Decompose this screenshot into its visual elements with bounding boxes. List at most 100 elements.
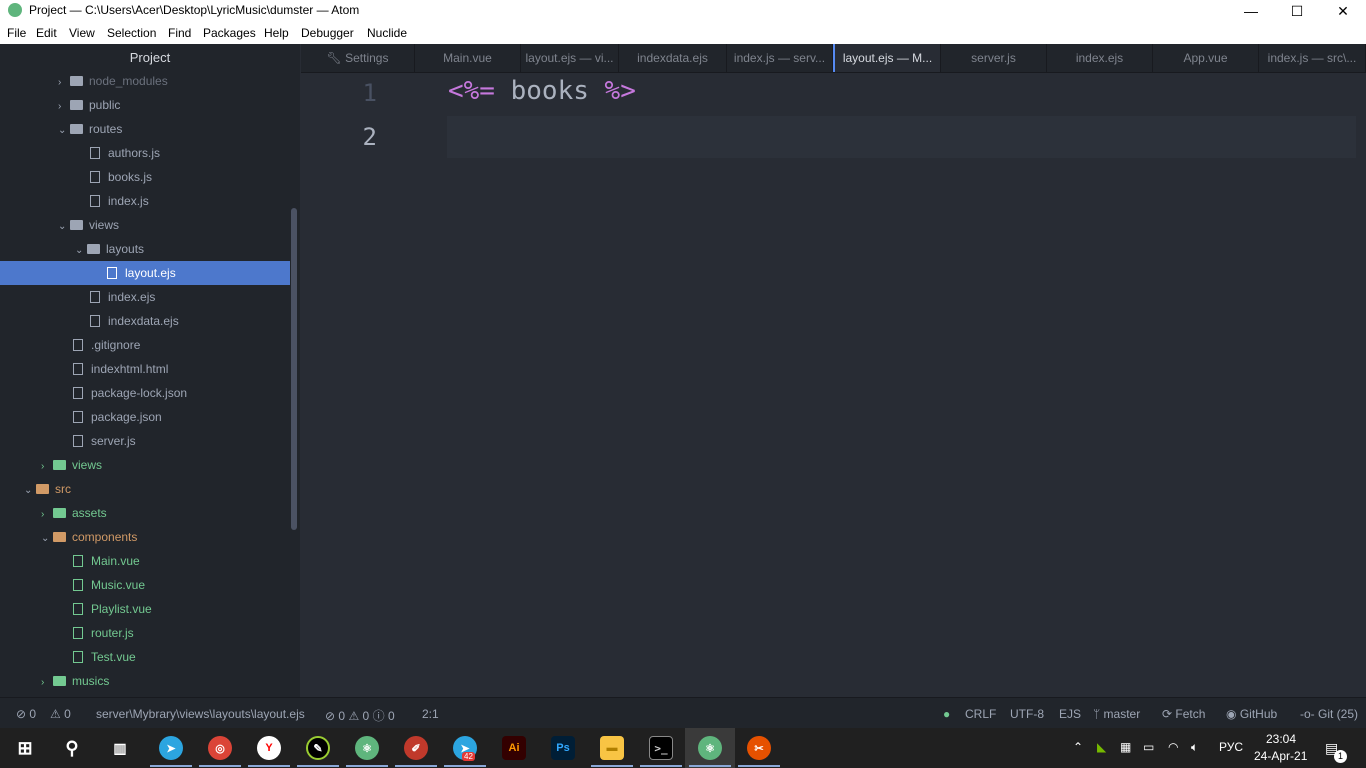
file-icon [73,603,83,615]
menu-help[interactable]: Help [264,26,289,40]
file-path[interactable]: server\Mybrary\views\layouts\layout.ejs [96,707,305,721]
atom-app-icon[interactable]: ⚛ [698,736,722,760]
cursor-position[interactable]: 2:1 [422,707,439,721]
editor-tab-main-vue[interactable]: Main.vue [415,44,521,72]
editor-tab-server-js[interactable]: server.js [941,44,1047,72]
text-editor[interactable]: 1 2 <%= books %> [301,73,1366,697]
file-explorer-icon[interactable]: ▬ [600,736,624,760]
tree-file-package-json[interactable]: package.json [73,405,162,429]
clock-time[interactable]: 23:04 [1266,732,1296,746]
chevron-right-icon[interactable]: › [41,671,53,695]
chevron-down-icon[interactable]: ⌄ [41,527,53,551]
close-button[interactable]: ✕ [1320,0,1366,22]
battery-icon[interactable]: ▭ [1143,740,1154,754]
menu-selection[interactable]: Selection [107,26,156,40]
tree-folder-layouts[interactable]: ⌄ layouts [75,237,144,261]
windows-start-icon[interactable]: ⊞ [13,736,37,760]
error-count-indicator[interactable]: ⊘ 0 [16,707,36,721]
tree-folder-musics[interactable]: › musics [41,669,109,693]
encoding-selector[interactable]: UTF-8 [1010,707,1044,721]
atom-app-icon[interactable]: ⚛ [355,736,379,760]
editor-tab-settings[interactable]: 🔧︎ Settings [301,44,415,72]
chevron-right-icon[interactable]: › [58,71,70,95]
tray-chevron-up-icon[interactable]: ⌃ [1073,740,1083,754]
tree-file-server-js[interactable]: server.js [73,429,136,453]
language-indicator[interactable]: РУС [1219,740,1243,754]
menu-nuclide[interactable]: Nuclide [367,26,407,40]
telegram-icon[interactable]: ➤ [159,736,183,760]
tree-file-router-js[interactable]: router.js [73,621,134,645]
tree-file-indexdata-ejs[interactable]: indexdata.ejs [90,309,179,333]
tree-folder-views[interactable]: ⌄ views [58,213,119,237]
warning-count-indicator[interactable]: ⚠ 0 [50,707,71,721]
tree-file-index-ejs[interactable]: index.ejs [90,285,155,309]
yandex-browser-icon[interactable]: Y [257,736,281,760]
chevron-right-icon[interactable]: › [41,503,53,527]
menu-file[interactable]: File [7,26,26,40]
minimize-button[interactable]: — [1228,0,1274,22]
editor-tab-index-js-serv[interactable]: index.js — serv... [727,44,833,72]
file-icon [90,171,100,183]
nvidia-icon[interactable]: ◣ [1097,740,1106,754]
git-branch-indicator[interactable]: ᛘ master [1093,707,1140,721]
tree-file-playlist-vue[interactable]: Playlist.vue [73,597,152,621]
editor-tab-layout-ejs-vi[interactable]: layout.ejs — vi... [521,44,619,72]
scissors-app-icon[interactable]: ✂ [747,736,771,760]
menu-debugger[interactable]: Debugger [301,26,354,40]
tree-scrollbar[interactable] [291,208,297,530]
tree-file-main-vue[interactable]: Main.vue [73,549,140,573]
warning-triangle-icon: ⚠ [348,709,360,723]
tree-folder-routes[interactable]: ⌄ routes [58,117,122,141]
git-fetch-button[interactable]: ⟳ Fetch [1162,707,1205,721]
menu-view[interactable]: View [69,26,95,40]
editor-tab-app-vue[interactable]: App.vue [1153,44,1259,72]
chevron-down-icon[interactable]: ⌄ [58,119,70,143]
tree-file-authors-js[interactable]: authors.js [90,141,160,165]
tree-file-package-lock-json[interactable]: package-lock.json [73,381,187,405]
tree-file-music-vue[interactable]: Music.vue [73,573,145,597]
file-icon [73,387,83,399]
tree-file-books-js[interactable]: books.js [90,165,152,189]
volume-icon[interactable]: 🔈︎ [1191,740,1198,755]
chevron-down-icon[interactable]: ⌄ [24,479,36,503]
menu-packages[interactable]: Packages [203,26,256,40]
paint-app-icon[interactable]: ✐ [404,736,428,760]
tree-file--gitignore[interactable]: .gitignore [73,333,140,357]
tree-folder-src[interactable]: ⌄ src [24,477,71,501]
tree-file-layout-ejs[interactable]: layout.ejs [107,261,176,285]
chevron-right-icon[interactable]: › [41,455,53,479]
menu-edit[interactable]: Edit [36,26,57,40]
tree-folder-node-modules[interactable]: › node_modules [58,69,168,93]
chrome-icon[interactable]: ◎ [208,736,232,760]
tree-folder-views[interactable]: › views [41,453,102,477]
editor-tab-index-ejs[interactable]: index.ejs [1047,44,1153,72]
tree-file-test-vue[interactable]: Test.vue [73,645,136,669]
github-panel-button[interactable]: ◉ GitHub [1226,707,1277,721]
chevron-right-icon[interactable]: › [58,95,70,119]
grammar-selector[interactable]: EJS [1059,707,1081,721]
wifi-icon[interactable]: ◠ [1168,740,1178,754]
tree-folder-assets[interactable]: › assets [41,501,107,525]
editor-tab-index-js-src[interactable]: index.js — src\... [1259,44,1366,72]
tree-file-index-js[interactable]: index.js [90,189,149,213]
chevron-down-icon[interactable]: ⌄ [75,239,87,263]
menu-find[interactable]: Find [168,26,191,40]
task-view-icon[interactable]: ▥ [108,736,132,760]
terminal-icon[interactable]: >_ [649,736,673,760]
clock-date[interactable]: 24-Apr-21 [1254,749,1307,763]
editor-tab-indexdata-ejs[interactable]: indexdata.ejs [619,44,727,72]
tree-folder-components[interactable]: ⌄ components [41,525,137,549]
editor-tab-layout-ejs-m[interactable]: layout.ejs — M... [833,44,941,72]
git-panel-button[interactable]: -o- Git (25) [1300,707,1358,721]
tree-folder-public[interactable]: › public [58,93,120,117]
illustrator-icon[interactable]: Ai [502,736,526,760]
line-ending-selector[interactable]: CRLF [965,707,996,721]
chevron-down-icon[interactable]: ⌄ [58,215,70,239]
pen-tool-icon[interactable]: ✎ [306,736,330,760]
search-icon[interactable]: ⚲ [60,736,84,760]
maximize-button[interactable]: ☐ [1274,0,1320,22]
tree-file-indexhtml-html[interactable]: indexhtml.html [73,357,168,381]
keyboard-icon[interactable]: ▦ [1120,740,1131,754]
diagnostics-summary[interactable]: ⊘ 0 ⚠ 0 ⓘ 0 [325,707,395,724]
photoshop-icon[interactable]: Ps [551,736,575,760]
